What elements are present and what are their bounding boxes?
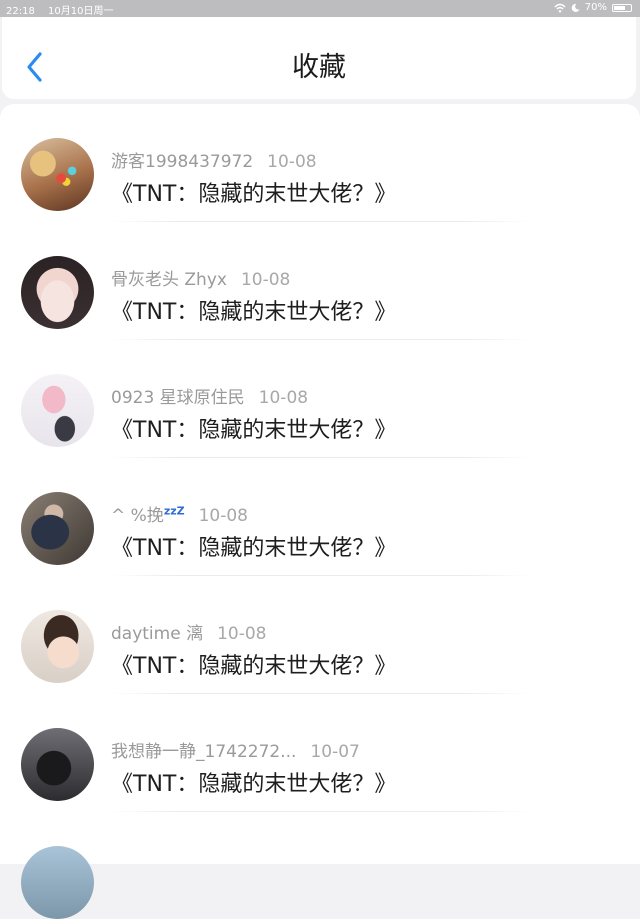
list-item[interactable]: 游客1998437972 10-08 《TNT：隐藏的末世大佬？》: [0, 104, 640, 222]
favorites-list: 游客1998437972 10-08 《TNT：隐藏的末世大佬？》 骨灰老头 Zh…: [0, 104, 640, 919]
item-date: 10-08: [267, 152, 317, 172]
avatar[interactable]: [21, 728, 94, 801]
book-title[interactable]: 《TNT：隐藏的末世大佬？》: [111, 530, 396, 562]
username[interactable]: ^ %挽: [111, 506, 164, 526]
moon-icon: [571, 3, 580, 12]
status-date: 10月10日周一: [48, 6, 114, 17]
nav-bar: 收藏: [2, 17, 636, 99]
item-meta: 骨灰老头 Zhyx 10-08: [111, 265, 290, 290]
list-item[interactable]: 0923 星球原住民 10-08 《TNT：隐藏的末世大佬？》: [0, 340, 640, 458]
book-title[interactable]: 《TNT：隐藏的末世大佬？》: [111, 648, 396, 680]
avatar[interactable]: [21, 610, 94, 683]
username[interactable]: 0923 星球原住民: [111, 388, 245, 408]
book-title[interactable]: 《TNT：隐藏的末世大佬？》: [111, 294, 396, 326]
username[interactable]: 我想静一静_1742272...: [111, 742, 296, 762]
item-meta: 我想静一静_1742272... 10-07: [111, 737, 360, 762]
avatar[interactable]: [21, 256, 94, 329]
battery-icon: [612, 3, 632, 12]
item-meta: daytime 漓 10-08: [111, 619, 267, 644]
item-meta: ^ %挽zzZ 10-08: [111, 501, 248, 526]
avatar[interactable]: [21, 846, 94, 919]
status-bar: 22:18 10月10日周一 70%: [0, 0, 640, 17]
list-item[interactable]: 我想静一静_1742272... 10-07 《TNT：隐藏的末世大佬？》: [0, 694, 640, 812]
book-title[interactable]: 《TNT：隐藏的末世大佬？》: [111, 176, 396, 208]
username[interactable]: 游客1998437972: [111, 152, 253, 172]
item-date: 10-08: [240, 270, 291, 290]
list-item[interactable]: [0, 812, 640, 919]
zzz-icon: zzZ: [163, 504, 185, 518]
list-item[interactable]: ^ %挽zzZ 10-08 《TNT：隐藏的末世大佬？》: [0, 458, 640, 576]
item-meta: 游客1998437972 10-08: [111, 147, 317, 172]
avatar[interactable]: [21, 374, 94, 447]
avatar[interactable]: [21, 492, 94, 565]
avatar[interactable]: [21, 138, 94, 211]
item-date: 10-08: [217, 624, 267, 644]
battery-percent: 70%: [584, 2, 607, 13]
page-title: 收藏: [292, 52, 346, 83]
item-date: 10-08: [198, 506, 248, 526]
item-date: 10-07: [310, 742, 360, 762]
book-title[interactable]: 《TNT：隐藏的末世大佬？》: [111, 412, 396, 444]
username[interactable]: 骨灰老头 Zhyx: [111, 270, 227, 290]
item-meta: 0923 星球原住民 10-08: [111, 383, 308, 408]
book-title[interactable]: 《TNT：隐藏的末世大佬？》: [111, 766, 396, 798]
item-date: 10-08: [258, 388, 309, 408]
status-time: 22:18: [6, 6, 35, 17]
list-item[interactable]: 骨灰老头 Zhyx 10-08 《TNT：隐藏的末世大佬？》: [0, 222, 640, 340]
username[interactable]: daytime 漓: [111, 624, 203, 644]
list-item[interactable]: daytime 漓 10-08 《TNT：隐藏的末世大佬？》: [0, 576, 640, 694]
wifi-icon: [554, 3, 566, 12]
